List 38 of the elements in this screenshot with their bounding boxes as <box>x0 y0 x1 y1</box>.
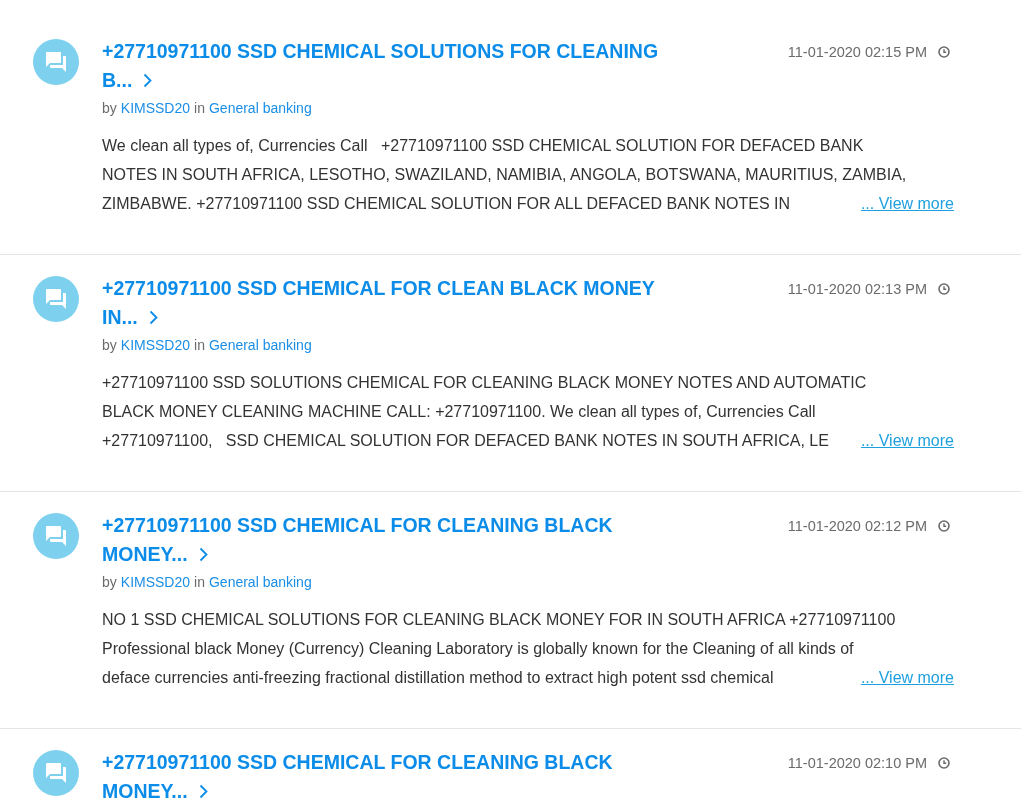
chat-bubbles-icon <box>33 276 79 322</box>
post-timestamp: 11-01-2020 02:12 PM <box>787 517 927 534</box>
author-link[interactable]: KIMSSD20 <box>120 571 191 593</box>
chevron-right-icon <box>143 73 153 88</box>
chevron-right-icon <box>148 310 158 325</box>
chat-bubbles-icon <box>33 39 79 85</box>
view-more-link[interactable]: ... View more <box>860 663 954 692</box>
board-link[interactable]: General banking <box>208 334 312 356</box>
author-link[interactable]: KIMSSD20 <box>120 97 191 119</box>
post-timestamp: 11-01-2020 02:10 PM <box>787 754 927 771</box>
post-excerpt: +27710971100 SSD SOLUTIONS CHEMICAL FOR CLEANING BLACK MONEY NOTES AND AUTOMATIC BLACK MONEY CLEANING MACHINE CALL: +27710971100. We clean all types of, Currencies Call +27710971100, SSD CHEMICAL SOLUTION FOR DEFACED BANK NOTES IN SOUTH AFRICA, LE ... View more <box>102 368 954 455</box>
chat-bubbles-icon <box>33 750 79 796</box>
in-label: in <box>194 99 205 118</box>
clock-icon <box>938 282 950 295</box>
post-title-link[interactable]: +27710971100 SSD CHEMICAL FOR CLEANING BLACK MONEY... <box>102 748 613 806</box>
post-excerpt: NO 1 SSD CHEMICAL SOLUTIONS FOR CLEANING BLACK MONEY FOR IN SOUTH AFRICA +27710971100 Professional black Money (Currency) Cleaning Laboratory is globally known for the Cleaning of all kinds of deface currencies anti-freezing fractional distillation method to extract high potent ssd chemical ... View more <box>102 605 954 692</box>
by-label: by <box>102 336 117 355</box>
in-label: in <box>194 573 205 592</box>
post-excerpt: We clean all types of, Currencies Call +27710971100 SSD CHEMICAL SOLUTION FOR DEFACED BANK NOTES IN SOUTH AFRICA, LESOTHO, SWAZILAND, NAMIBIA, ANGOLA, BOTSWANA, MAURITIUS, ZAMBIA, ZIMBABWE. +27710971100 SSD CHEMICAL SOLUTION FOR ALL DEFACED BANK NOTES IN ... View more <box>102 131 954 218</box>
chevron-right-icon <box>198 784 208 799</box>
by-label: by <box>102 99 117 118</box>
post-title-link[interactable]: +27710971100 SSD CHEMICAL FOR CLEANING BLACK MONEY... <box>102 511 613 569</box>
in-label: in <box>194 336 205 355</box>
post-title-link[interactable]: +27710971100 SSD CHEMICAL SOLUTIONS FOR CLEANING B... <box>102 37 659 95</box>
by-label: by <box>102 573 117 592</box>
board-link[interactable]: General banking <box>208 97 312 119</box>
clock-icon <box>938 519 950 532</box>
chat-bubbles-icon <box>33 513 79 559</box>
view-more-link[interactable]: ... View more <box>860 426 954 455</box>
post-timestamp: 11-01-2020 02:13 PM <box>787 280 927 297</box>
clock-icon <box>938 45 950 58</box>
post-title-link[interactable]: +27710971100 SSD CHEMICAL FOR CLEAN BLACK MONEY IN... <box>102 274 655 332</box>
author-link[interactable]: KIMSSD20 <box>120 334 191 356</box>
clock-icon <box>938 756 950 769</box>
view-more-link[interactable]: ... View more <box>860 189 954 218</box>
board-link[interactable]: General banking <box>208 571 312 593</box>
chevron-right-icon <box>198 547 208 562</box>
post-timestamp: 11-01-2020 02:15 PM <box>787 43 927 60</box>
